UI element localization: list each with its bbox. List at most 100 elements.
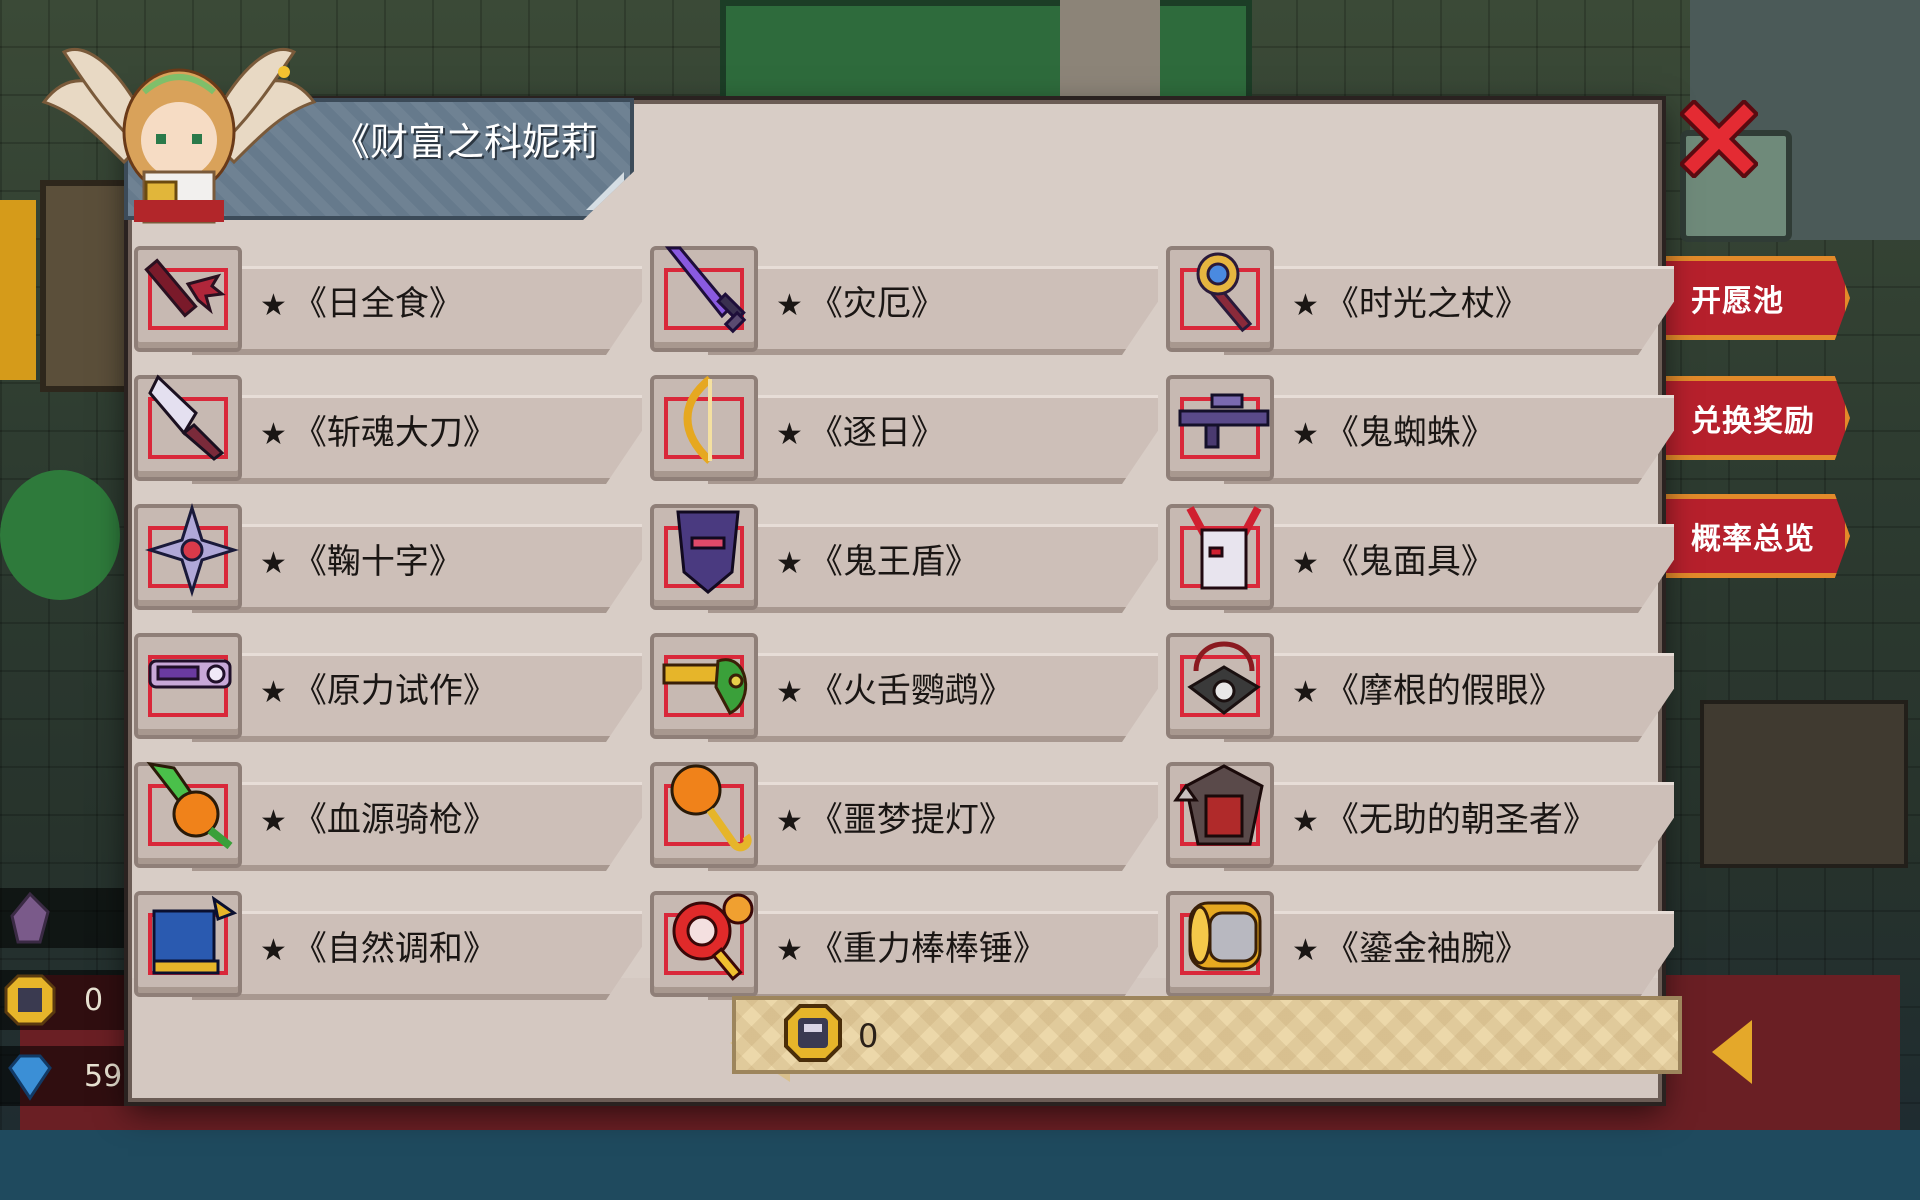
currency-value: 0 bbox=[858, 1017, 879, 1055]
reward-item[interactable]: ★ 《噩梦提灯》 bbox=[648, 752, 1158, 871]
reward-item-name: 《血源骑枪》 bbox=[292, 800, 497, 840]
reward-item-name: 《鞠十字》 bbox=[292, 542, 463, 582]
reward-icon-frame bbox=[1166, 375, 1274, 481]
eye-amulet-icon bbox=[1187, 641, 1261, 715]
pumpkin-lance-icon bbox=[146, 761, 233, 850]
reward-item-name: 《鎏金袖腕》 bbox=[1324, 929, 1529, 969]
winged-boots-icon bbox=[152, 895, 238, 975]
star-icon: ★ bbox=[1292, 288, 1319, 323]
bg-crate bbox=[1700, 700, 1908, 868]
star-icon: ★ bbox=[260, 417, 287, 452]
side-tab-wish-pool[interactable]: 开愿池 bbox=[1660, 256, 1850, 340]
reward-item-name: 《噩梦提灯》 bbox=[808, 800, 1013, 840]
reward-item-name: 《原力试作》 bbox=[292, 671, 497, 711]
dark-trident-icon bbox=[144, 258, 226, 318]
reward-item-label: ★ 《灾厄》 bbox=[776, 278, 945, 330]
reward-item[interactable]: ★ 《重力棒棒锤》 bbox=[648, 881, 1158, 1000]
reward-icon-frame bbox=[1166, 504, 1274, 610]
star-icon: ★ bbox=[1292, 546, 1319, 581]
demon-shield-icon bbox=[676, 510, 740, 594]
reward-item-label: ★ 《逐日》 bbox=[776, 407, 945, 459]
side-tab-rewards[interactable]: 兑换奖励 bbox=[1660, 376, 1850, 460]
reward-item-label: ★ 《鞠十字》 bbox=[260, 536, 463, 588]
reward-item-label: ★ 《原力试作》 bbox=[260, 665, 497, 717]
reward-icon-frame bbox=[134, 891, 242, 997]
reward-icon-frame bbox=[650, 633, 758, 739]
reward-item[interactable]: ★ 《鬼蜘蛛》 bbox=[1164, 365, 1674, 484]
reward-item-label: ★ 《鬼蜘蛛》 bbox=[1292, 407, 1495, 459]
reward-icon-frame bbox=[1166, 762, 1274, 868]
bg-tree bbox=[0, 470, 120, 600]
bg-yellow-post bbox=[0, 200, 36, 380]
lollipop-hammer-icon bbox=[672, 893, 754, 981]
reward-icon-frame bbox=[134, 633, 242, 739]
diamond-icon bbox=[8, 1054, 52, 1101]
resource-value: 0 bbox=[84, 982, 104, 1018]
reward-item-label: ★ 《重力棒棒锤》 bbox=[776, 923, 1047, 975]
shuriken-icon bbox=[144, 502, 240, 598]
reward-item[interactable]: ★ 《鞠十字》 bbox=[132, 494, 642, 613]
reward-item-name: 《灾厄》 bbox=[808, 284, 945, 324]
reward-icon-frame bbox=[134, 246, 242, 352]
reward-icon-frame bbox=[650, 375, 758, 481]
reward-item[interactable]: ★ 《日全食》 bbox=[132, 236, 642, 355]
coin-token-icon bbox=[784, 1004, 842, 1062]
close-button[interactable] bbox=[1678, 98, 1760, 180]
reward-item[interactable]: ★ 《灾厄》 bbox=[648, 236, 1158, 355]
reward-icon-frame bbox=[134, 502, 242, 610]
reward-item[interactable]: ★ 《无助的朝圣者》 bbox=[1164, 752, 1674, 871]
reward-item-name: 《鬼面具》 bbox=[1324, 542, 1495, 582]
star-icon: ★ bbox=[776, 675, 803, 710]
reward-icon-frame bbox=[650, 891, 758, 997]
reward-item[interactable]: ★ 《鬼面具》 bbox=[1164, 494, 1674, 613]
reward-item[interactable]: ★ 《逐日》 bbox=[648, 365, 1158, 484]
reward-item-name: 《鬼蜘蛛》 bbox=[1324, 413, 1495, 453]
reward-item-name: 《重力棒棒锤》 bbox=[808, 929, 1047, 969]
star-icon: ★ bbox=[776, 804, 803, 839]
reward-item[interactable]: ★ 《斩魂大刀》 bbox=[132, 365, 642, 484]
reward-item[interactable]: ★ 《鬼王盾》 bbox=[648, 494, 1158, 613]
reward-item-label: ★ 《火舌鹦鹉》 bbox=[776, 665, 1013, 717]
reward-icon-frame bbox=[650, 246, 758, 352]
reward-item-grid: ★ 《日全食》 ★ 《灾厄》 ★ 《时光之杖》 ★ 《斩魂大刀》 ★ 《逐日》 ★ 《鬼蜘蛛》 ★ 《鞠十… bbox=[132, 236, 1674, 1000]
reward-item-label: ★ 《噩梦提灯》 bbox=[776, 794, 1013, 846]
reward-item-label: ★ 《摩根的假眼》 bbox=[1292, 665, 1563, 717]
side-tab-probability[interactable]: 概率总览 bbox=[1660, 494, 1850, 578]
reward-item-name: 《逐日》 bbox=[808, 413, 945, 453]
sniper-rifle-icon bbox=[1178, 393, 1270, 449]
crystal-icon bbox=[10, 891, 50, 944]
reward-item[interactable]: ★ 《火舌鹦鹉》 bbox=[648, 623, 1158, 742]
reward-item-name: 《斩魂大刀》 bbox=[292, 413, 497, 453]
reward-item-name: 《自然调和》 bbox=[292, 929, 497, 969]
dialog-title: 《财富之科妮莉 bbox=[332, 120, 599, 164]
reward-icon-frame bbox=[650, 504, 758, 610]
reward-item[interactable]: ★ 《自然调和》 bbox=[132, 881, 642, 1000]
parrot-pistol-icon bbox=[662, 658, 748, 715]
reward-item[interactable]: ★ 《血源骑枪》 bbox=[132, 752, 642, 871]
reward-item[interactable]: ★ 《鎏金袖腕》 bbox=[1164, 881, 1674, 1000]
reward-item[interactable]: ★ 《原力试作》 bbox=[132, 623, 642, 742]
angel-character-portrait bbox=[41, 48, 317, 224]
reward-item-label: ★ 《鬼面具》 bbox=[1292, 536, 1495, 588]
great-blade-icon bbox=[148, 374, 225, 461]
star-icon: ★ bbox=[1292, 933, 1319, 968]
reward-item-name: 《火舌鹦鹉》 bbox=[808, 671, 1013, 711]
clock-staff-icon bbox=[1196, 252, 1253, 333]
star-icon: ★ bbox=[1292, 675, 1319, 710]
resource-value: 59 bbox=[84, 1058, 123, 1094]
reward-item-label: ★ 《鎏金袖腕》 bbox=[1292, 923, 1529, 975]
reward-item-label: ★ 《日全食》 bbox=[260, 278, 463, 330]
reward-icon-frame bbox=[134, 761, 242, 868]
reward-item-name: 《摩根的假眼》 bbox=[1324, 671, 1563, 711]
reward-item-label: ★ 《自然调和》 bbox=[260, 923, 497, 975]
purple-sword-icon bbox=[664, 246, 747, 334]
reward-icon-frame bbox=[134, 374, 242, 481]
force-gun-icon bbox=[148, 659, 232, 689]
golden-bow-icon bbox=[683, 375, 713, 464]
reward-item-name: 《时光之杖》 bbox=[1324, 284, 1529, 324]
bg-gate bbox=[1060, 0, 1160, 110]
reward-item[interactable]: ★ 《摩根的假眼》 bbox=[1164, 623, 1674, 742]
pumpkin-lantern-icon bbox=[670, 764, 752, 852]
star-icon: ★ bbox=[260, 933, 287, 968]
reward-item[interactable]: ★ 《时光之杖》 bbox=[1164, 236, 1674, 355]
